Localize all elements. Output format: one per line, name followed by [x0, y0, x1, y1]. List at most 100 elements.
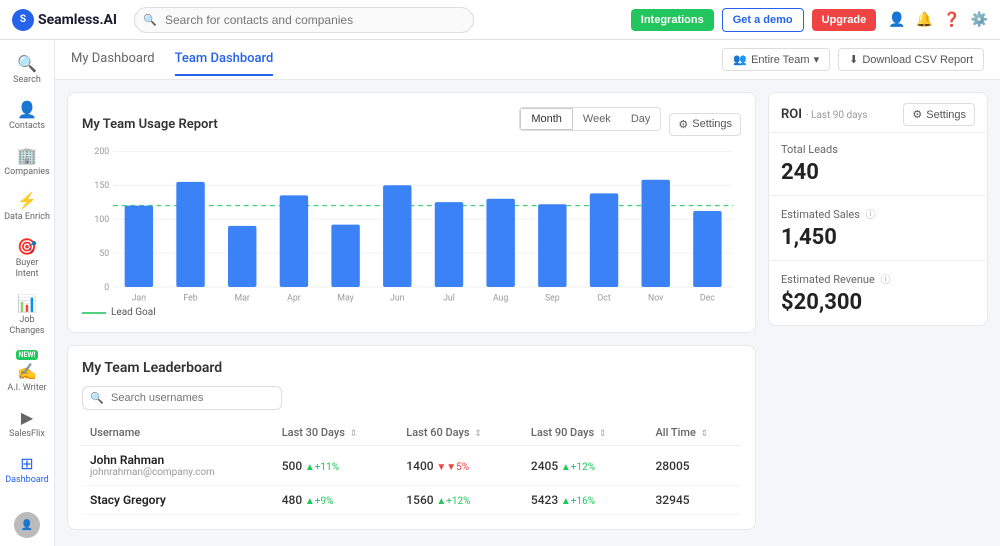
body-wrapper: 🔍 Search 👤 Contacts 🏢 Companies ⚡ Data E…: [0, 40, 1000, 546]
sidebar-item-ai-writer[interactable]: NEW! ✍️ A.I. Writer: [0, 344, 54, 400]
left-panel: My Team Usage Report Month Week Day ⚙ Se…: [67, 92, 756, 534]
svg-text:150: 150: [94, 181, 109, 191]
roi-metric-total-leads: Total Leads 240: [769, 133, 987, 196]
chevron-down-icon: ▾: [814, 53, 820, 66]
svg-text:Sep: Sep: [545, 294, 560, 304]
team-icon: 👥: [733, 53, 747, 66]
right-panel: ROI · Last 90 days ⚙ Settings Total Lead…: [768, 92, 988, 534]
change-indicator: ▲+12%: [561, 462, 595, 473]
sidebar-item-label: A.I. Writer: [7, 383, 46, 394]
sidebar-item-label: Buyer Intent: [4, 258, 50, 280]
change-indicator: ▲+11%: [305, 462, 339, 473]
svg-text:100: 100: [94, 215, 109, 225]
settings-icon[interactable]: ⚙️: [971, 12, 988, 28]
svg-text:200: 200: [94, 147, 109, 157]
global-search: 🔍: [134, 7, 474, 33]
search-icon: 🔍: [143, 13, 157, 26]
bell-icon[interactable]: 🔔: [916, 12, 933, 28]
user-circle-icon[interactable]: 👤: [888, 12, 905, 28]
sidebar-item-label: Dashboard: [5, 475, 49, 486]
main-panels: My Team Usage Report Month Week Day ⚙ Se…: [55, 80, 1000, 546]
svg-text:Apr: Apr: [287, 294, 301, 304]
change-indicator: ▲+12%: [436, 496, 470, 507]
sidebar-item-search[interactable]: 🔍 Search: [0, 48, 54, 92]
roi-metric-value: 240: [781, 160, 975, 185]
table-row: John Rahmanjohnrahman@company.com500 ▲+1…: [82, 446, 741, 486]
change-indicator: ▲+16%: [561, 496, 595, 507]
sidebar-item-job-changes[interactable]: 📊 Job Changes: [0, 288, 54, 343]
upgrade-button[interactable]: Upgrade: [812, 9, 877, 31]
sidebar-item-buyer-intent[interactable]: 🎯 Buyer Intent: [0, 231, 54, 286]
main-content: My Dashboard Team Dashboard 👥 Entire Tea…: [55, 40, 1000, 546]
new-badge: NEW!: [16, 350, 39, 360]
info-icon: ⓘ: [881, 275, 891, 286]
col-last60: Last 60 Days ⇕: [398, 420, 523, 446]
ai-writer-icon: ✍️: [17, 362, 37, 381]
sort-icon: ⇕: [701, 429, 709, 439]
last60-cell: 1560 ▲+12%: [398, 486, 523, 515]
col-alltime: All Time ⇕: [647, 420, 741, 446]
leaderboard-title: My Team Leaderboard: [82, 360, 741, 376]
logo-text: Seamless.AI: [38, 12, 117, 28]
sidebar-item-salesflix[interactable]: ▶ SalesFlix: [0, 402, 54, 446]
alltime-cell: 28005: [647, 446, 741, 486]
svg-text:Nov: Nov: [648, 294, 664, 304]
search-username-input[interactable]: [82, 386, 282, 410]
chart-settings-button[interactable]: ⚙ Settings: [669, 113, 741, 136]
last90-cell: 2405 ▲+12%: [523, 446, 648, 486]
roi-settings-button[interactable]: ⚙ Settings: [903, 103, 975, 126]
change-indicator: ▲+9%: [305, 496, 334, 507]
tabs-left: My Dashboard Team Dashboard: [71, 43, 273, 76]
sidebar: 🔍 Search 👤 Contacts 🏢 Companies ⚡ Data E…: [0, 40, 55, 546]
search-input[interactable]: [134, 7, 474, 33]
legend-label: Lead Goal: [111, 307, 156, 318]
period-toggle: Month Week Day: [519, 107, 661, 131]
user-name: Stacy Gregory: [90, 493, 266, 507]
salesflix-icon: ▶: [21, 408, 33, 427]
contacts-icon: 👤: [17, 100, 37, 119]
search-username-wrapper: 🔍: [82, 386, 741, 410]
user-avatar[interactable]: 👤: [14, 512, 40, 538]
search-icon: 🔍: [17, 54, 37, 73]
chart-title: My Team Usage Report: [82, 117, 218, 132]
sidebar-item-contacts[interactable]: 👤 Contacts: [0, 94, 54, 138]
col-last30: Last 30 Days ⇕: [274, 420, 399, 446]
sidebar-item-data-enrich[interactable]: ⚡ Data Enrich: [0, 185, 54, 229]
period-day-button[interactable]: Day: [621, 108, 661, 130]
roi-subtitle: · Last 90 days: [806, 110, 867, 121]
dashboard-icon: ⊞: [20, 454, 33, 473]
last30-cell: 480 ▲+9%: [274, 486, 399, 515]
svg-text:0: 0: [104, 283, 109, 293]
sidebar-item-label: SalesFlix: [9, 429, 45, 440]
period-month-button[interactable]: Month: [520, 108, 573, 130]
roi-metric-estimated-revenue: Estimated Revenue ⓘ $20,300: [769, 261, 987, 325]
leaderboard-thead: Username Last 30 Days ⇕ Last 60 Days ⇕: [82, 420, 741, 446]
col-last90: Last 90 Days ⇕: [523, 420, 648, 446]
sidebar-item-companies[interactable]: 🏢 Companies: [0, 140, 54, 184]
svg-text:Dec: Dec: [700, 294, 715, 304]
sidebar-item-dashboard[interactable]: ⊞ Dashboard: [0, 448, 54, 492]
lead-goal-legend: Lead Goal: [82, 307, 741, 318]
user-email: johnrahman@company.com: [90, 467, 266, 478]
tab-my-dashboard[interactable]: My Dashboard: [71, 43, 155, 76]
tab-team-dashboard[interactable]: Team Dashboard: [175, 43, 274, 76]
roi-metric-label: Estimated Revenue ⓘ: [781, 271, 975, 286]
integrations-button[interactable]: Integrations: [631, 9, 714, 31]
get-demo-button[interactable]: Get a demo: [722, 8, 804, 32]
last90-cell: 5423 ▲+16%: [523, 486, 648, 515]
download-csv-button[interactable]: ⬇ Download CSV Report: [838, 48, 984, 71]
top-nav: S Seamless.AI 🔍 Integrations Get a demo …: [0, 0, 1000, 40]
svg-text:Feb: Feb: [183, 294, 197, 304]
svg-text:Oct: Oct: [597, 294, 611, 304]
svg-text:Jun: Jun: [390, 294, 405, 304]
leaderboard-table: Username Last 30 Days ⇕ Last 60 Days ⇕: [82, 420, 741, 515]
period-week-button[interactable]: Week: [573, 108, 621, 130]
chart-header: My Team Usage Report Month Week Day ⚙ Se…: [82, 107, 741, 141]
user-name: John Rahman: [90, 453, 266, 467]
roi-card: ROI · Last 90 days ⚙ Settings Total Lead…: [768, 92, 988, 326]
help-icon[interactable]: ❓: [943, 12, 960, 28]
svg-text:May: May: [337, 294, 354, 304]
svg-text:50: 50: [99, 249, 109, 259]
sidebar-item-label: Search: [13, 75, 41, 86]
team-selector-button[interactable]: 👥 Entire Team ▾: [722, 48, 830, 71]
